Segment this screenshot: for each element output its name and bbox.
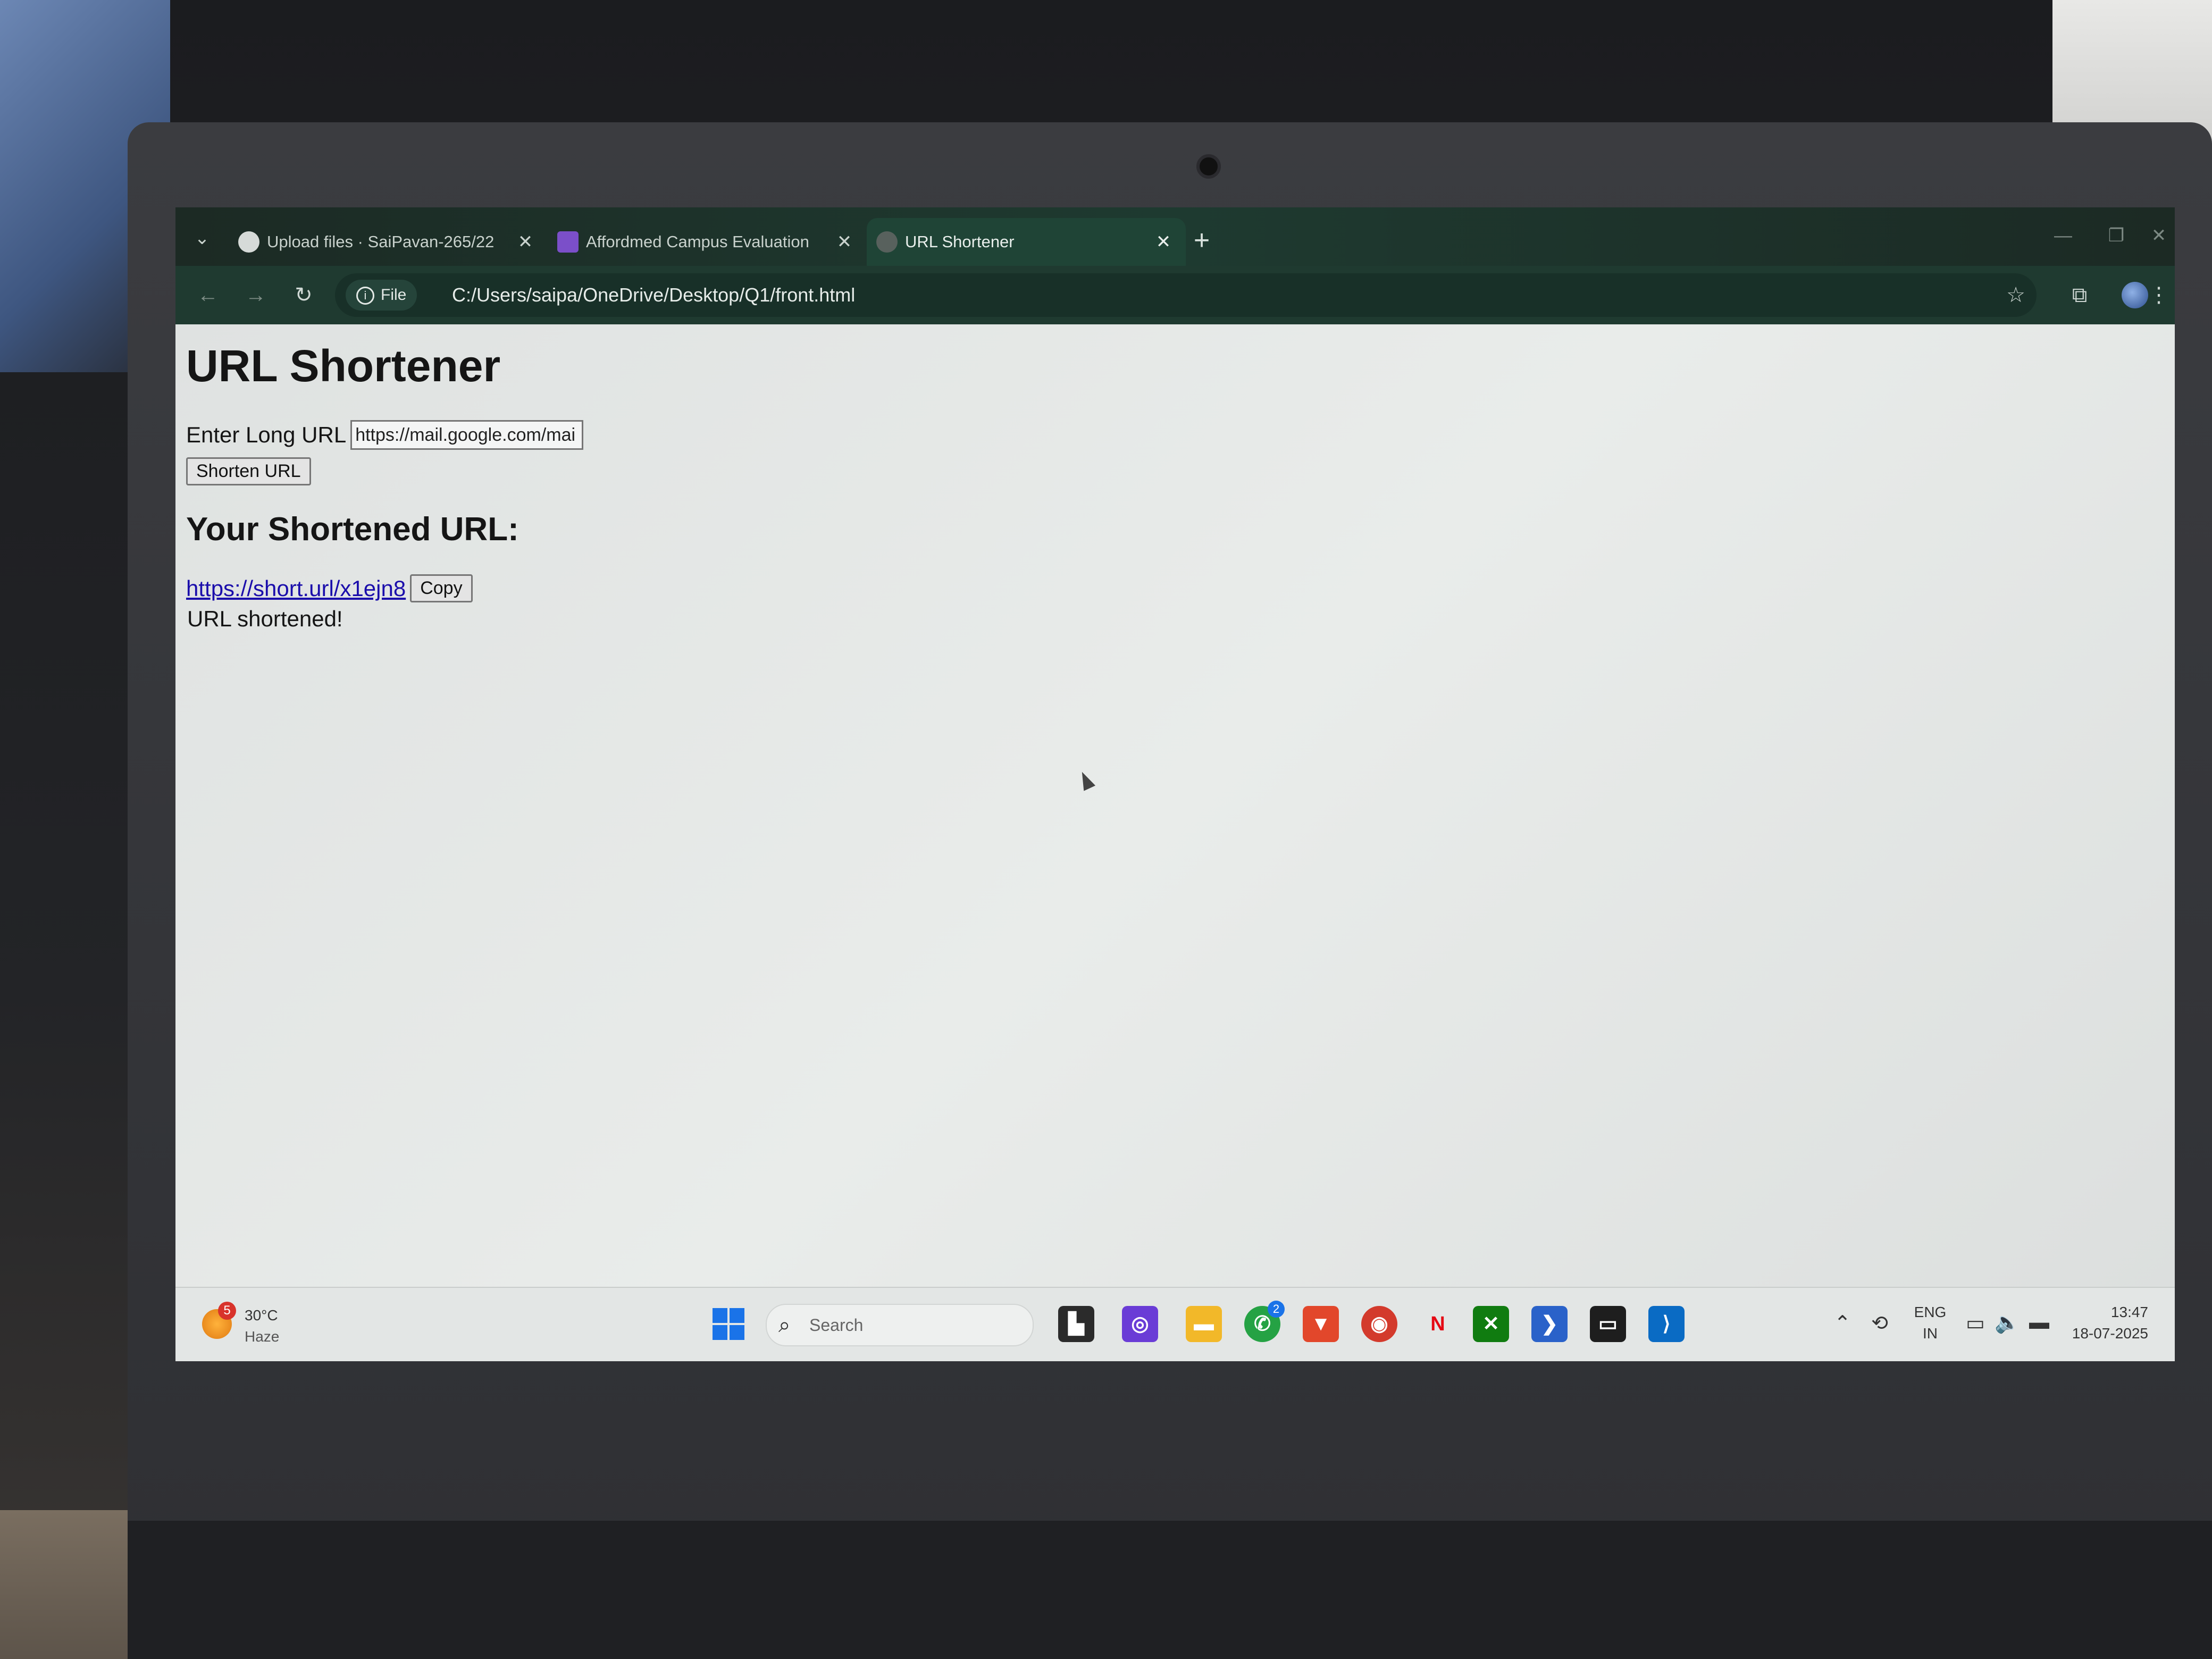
result-heading: Your Shortened URL: [186,511,519,548]
minimize-icon[interactable]: — [2047,222,2079,249]
forms-icon [557,231,579,253]
new-tab-button[interactable]: + [1186,224,1218,256]
search-placeholder: Search [809,1316,864,1335]
brave-browser-icon[interactable]: ▼ [1303,1306,1339,1342]
clock-time: 13:47 [2110,1304,2148,1320]
extensions-puzzle-icon[interactable]: ⧉ [2063,279,2096,312]
sync-icon[interactable]: ⟲ [1866,1311,1893,1335]
bookmark-star-icon[interactable]: ☆ [1999,279,2032,312]
webcam-icon [1196,154,1221,179]
site-info-label: File [381,286,407,304]
url-text[interactable]: C:/Users/saipa/OneDrive/Desktop/Q1/front… [452,273,855,317]
close-window-icon[interactable]: ✕ [2143,222,2175,249]
result-row: https://short.url/x1ejn8 Copy [186,574,473,603]
laptop-base [128,1521,2212,1659]
status-message: URL shortened! [187,606,343,631]
chevron-up-icon[interactable]: ⌃ [1829,1311,1856,1335]
powershell-icon[interactable]: ❯ [1531,1306,1568,1342]
long-url-input[interactable] [350,420,584,450]
file-explorer-icon[interactable]: ▬ [1186,1306,1222,1342]
network-icon[interactable]: ▭ [1962,1311,1989,1335]
language-indicator[interactable]: ENG IN [1909,1302,1951,1344]
browser-toolbar: ← → ↻ i File C:/Users/saipa/OneDrive/Desk… [175,266,2175,324]
search-icon: ⌕ [778,1313,791,1337]
restore-icon[interactable]: ❐ [2100,222,2132,249]
netflix-icon[interactable]: N [1420,1306,1456,1342]
clock-date: 18-07-2025 [2072,1325,2148,1342]
tab-label: Affordmed Campus Evaluation [586,232,809,251]
long-url-label: Enter Long URL [186,422,347,447]
windows-taskbar: 5 30°C Haze ⌕ Search ▙ ◎ ▬ ✆ 2 ▼ ◉ N ✕ ❯ … [175,1287,2175,1361]
xbox-icon[interactable]: ✕ [1473,1306,1509,1342]
tab-url-shortener[interactable]: URL Shortener ✕ [867,218,1186,266]
menu-kebab-icon[interactable]: ⋮ [2148,279,2169,312]
short-url-link[interactable]: https://short.url/x1ejn8 [186,576,406,601]
windows-start-icon[interactable] [713,1308,744,1340]
tab-affordmed-campus-evaluation[interactable]: Affordmed Campus Evaluation ✕ [548,218,867,266]
weather-widget[interactable]: 5 30°C Haze [202,1298,308,1352]
tab-close-icon[interactable]: ✕ [515,218,536,266]
chrome-icon[interactable]: ◉ [1361,1306,1397,1342]
weather-condition: Haze [245,1328,280,1345]
shorten-url-button[interactable]: Shorten URL [186,457,311,485]
globe-icon [876,231,898,253]
battery-icon[interactable]: ▬ [2026,1311,2052,1334]
tab-label: Upload files · SaiPavan-265/22 [267,232,495,251]
github-icon [238,231,259,253]
app-launcher-icon[interactable]: ▙ [1058,1306,1094,1342]
region-label: IN [1923,1325,1938,1342]
language-label: ENG [1914,1304,1947,1320]
reload-icon[interactable]: ↻ [287,279,320,312]
proton-app-icon[interactable]: ◎ [1122,1306,1158,1342]
laptop-screen: ⌄ Upload files · SaiPavan-265/22 ✕ Affor… [175,207,2175,1361]
info-icon: i [356,287,374,305]
tab-close-icon[interactable]: ✕ [834,218,855,266]
url-form-row: Enter Long URL [186,420,584,450]
weather-temperature: 30°C [245,1307,278,1323]
taskbar-search[interactable]: ⌕ Search [766,1304,1034,1346]
browser-tab-strip: ⌄ Upload files · SaiPavan-265/22 ✕ Affor… [175,207,2175,266]
page-title: URL Shortener [186,341,501,391]
tab-label: URL Shortener [905,232,1015,251]
whatsapp-icon[interactable]: ✆ 2 [1244,1301,1285,1342]
tab-close-icon[interactable]: ✕ [1153,218,1174,266]
back-arrow-icon[interactable]: ← [191,279,224,312]
tab-search-chevron-icon[interactable]: ⌄ [186,222,218,254]
vscode-icon[interactable]: ⟩ [1648,1306,1685,1342]
profile-avatar[interactable] [2122,282,2148,308]
terminal-icon[interactable]: ▭ [1590,1306,1626,1342]
mouse-cursor-icon [1076,769,1096,791]
weather-badge: 5 [218,1302,236,1320]
site-info-chip[interactable]: i File [346,280,417,311]
tab-upload-files[interactable]: Upload files · SaiPavan-265/22 ✕ [229,218,548,266]
copy-button[interactable]: Copy [410,574,473,603]
taskbar-clock[interactable]: 13:47 18-07-2025 [2072,1302,2148,1344]
volume-muted-icon[interactable]: 🔈 [1994,1311,2021,1335]
whatsapp-badge: 2 [1268,1301,1285,1318]
page-content: URL Shortener Enter Long URL Shorten URL… [175,324,2175,1287]
address-bar[interactable]: i File C:/Users/saipa/OneDrive/Desktop/Q1… [335,273,2037,317]
forward-arrow-icon[interactable]: → [239,279,272,312]
